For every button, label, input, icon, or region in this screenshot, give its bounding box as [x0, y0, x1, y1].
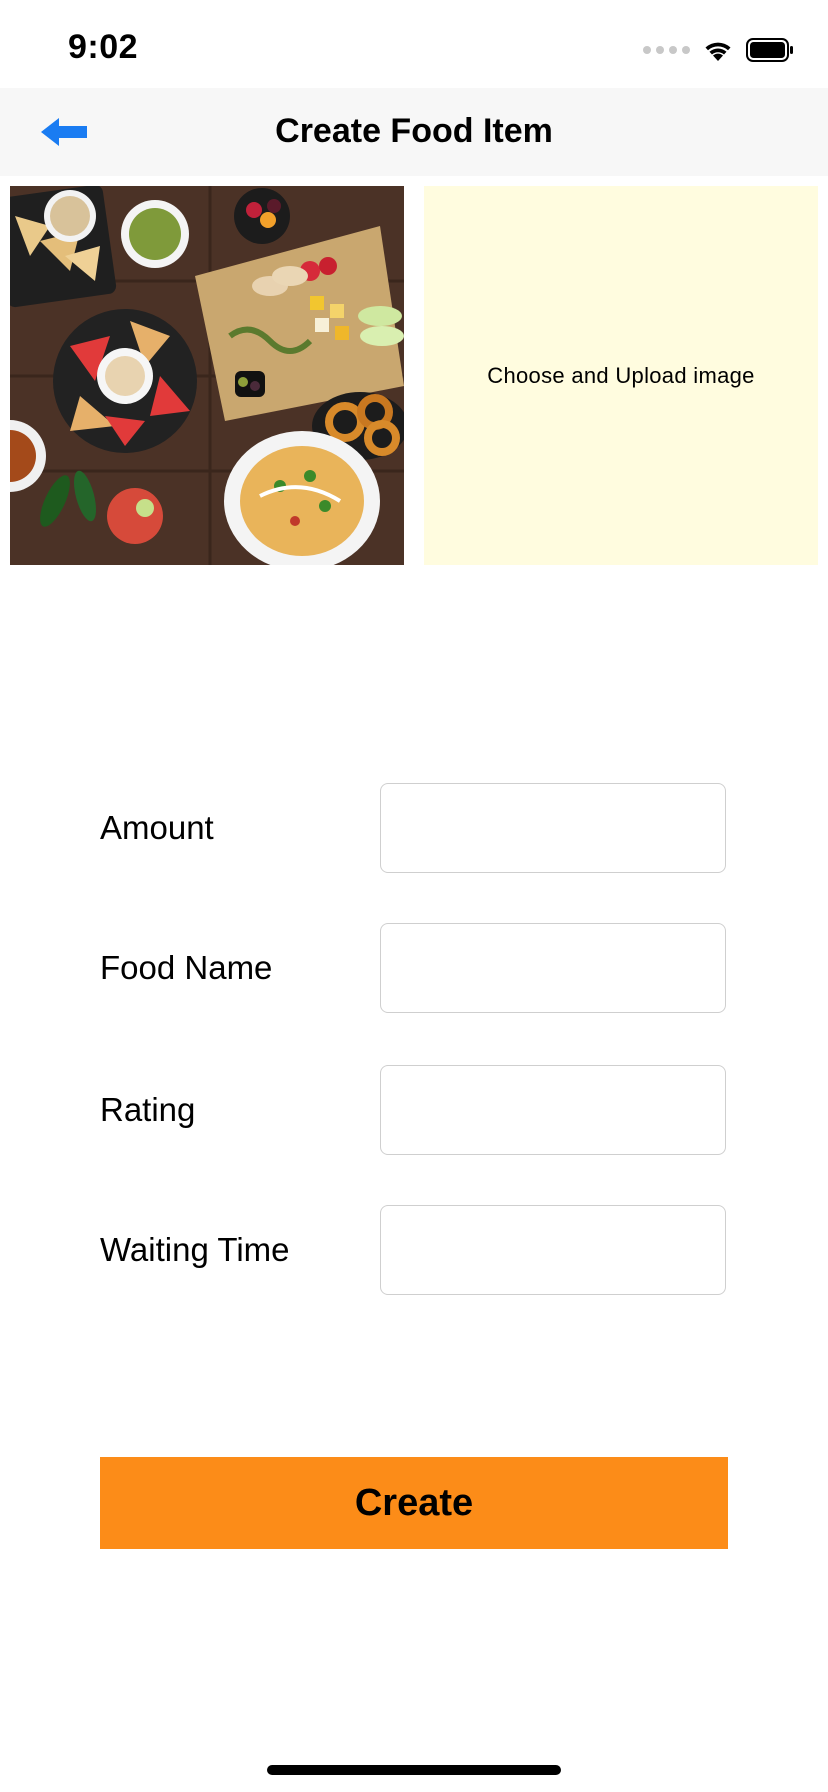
- status-icons: [643, 36, 794, 64]
- status-bar: 9:02: [0, 0, 828, 88]
- upload-image-label: Choose and Upload image: [487, 362, 755, 388]
- waiting-time-input[interactable]: [380, 1205, 726, 1295]
- status-time: 9:02: [68, 28, 139, 66]
- amount-row: Amount: [100, 783, 728, 875]
- battery-icon: [746, 38, 793, 62]
- rating-label: Rating: [100, 1091, 196, 1128]
- food-name-label: Food Name: [100, 949, 273, 986]
- upload-image-button[interactable]: Choose and Upload image: [424, 186, 818, 565]
- waiting-time-label: Waiting Time: [100, 1231, 290, 1268]
- amount-label: Amount: [100, 809, 214, 846]
- navigation-bar: Create Food Item: [0, 88, 828, 176]
- food-photo: [10, 186, 404, 565]
- food-name-row: Food Name: [100, 923, 728, 1015]
- cellular-signal-icon: [643, 46, 690, 54]
- page-title: Create Food Item: [275, 112, 553, 150]
- amount-input[interactable]: [380, 783, 726, 873]
- waiting-time-row: Waiting Time: [100, 1205, 728, 1297]
- wifi-icon: [705, 42, 731, 61]
- create-button[interactable]: Create: [100, 1457, 728, 1549]
- home-indicator: [267, 1765, 561, 1775]
- rating-input[interactable]: [380, 1065, 726, 1155]
- food-name-input[interactable]: [380, 923, 726, 1013]
- rating-row: Rating: [100, 1065, 728, 1157]
